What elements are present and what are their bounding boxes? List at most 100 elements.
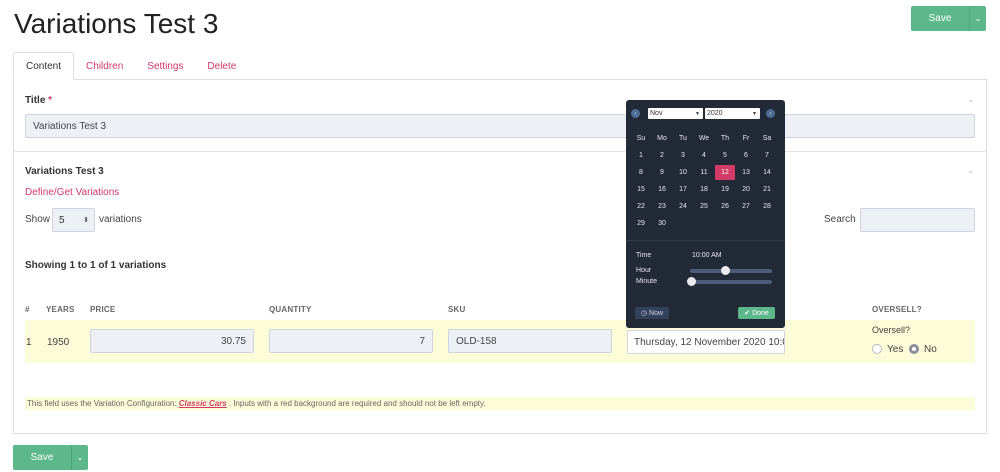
hour-slider-track[interactable] bbox=[690, 269, 772, 273]
clock-icon: ◷ bbox=[640, 310, 648, 317]
showing-info: Showing 1 to 1 of 1 variations bbox=[25, 260, 167, 271]
calendar-day[interactable]: 30 bbox=[652, 216, 672, 231]
col-header-quantity: QUANTITY bbox=[269, 305, 312, 314]
calendar-day[interactable]: 17 bbox=[673, 182, 693, 197]
sku-input[interactable]: OLD-158 bbox=[448, 329, 612, 353]
calendar-day[interactable]: 14 bbox=[757, 165, 777, 180]
show-label: Show bbox=[25, 214, 51, 225]
config-link[interactable]: Classic Cars bbox=[179, 399, 227, 408]
note-prefix: This field uses the Variation Configurat… bbox=[27, 399, 177, 408]
hour-slider-handle[interactable] bbox=[721, 266, 731, 275]
calendar-day[interactable]: 8 bbox=[631, 165, 651, 180]
time-value: 10:00 AM bbox=[692, 252, 722, 259]
calendar-day[interactable]: 1 bbox=[631, 148, 651, 163]
price-input[interactable]: 30.75 bbox=[90, 329, 254, 353]
weekday-header: Tu bbox=[679, 135, 687, 142]
calendar-day[interactable]: 25 bbox=[694, 199, 714, 214]
quantity-input[interactable]: 7 bbox=[269, 329, 433, 353]
calendar-day[interactable]: 28 bbox=[757, 199, 777, 214]
datepicker-popup: ‹ Nov ▼ 2020 ▼ › Su Mo Tu We Th Fr Sa 1 2 3 4 5 6 7 8 9 10… bbox=[626, 100, 785, 328]
collapse-title-icon[interactable]: ⌄ bbox=[967, 94, 975, 105]
title-input[interactable]: Variations Test 3 bbox=[25, 114, 975, 138]
calendar-day[interactable]: 4 bbox=[694, 148, 714, 163]
year-value: 2020 bbox=[707, 110, 723, 117]
weekday-header: We bbox=[698, 135, 710, 142]
tab-children[interactable]: Children bbox=[74, 52, 135, 80]
chevron-down-icon: ⌄ bbox=[76, 453, 84, 462]
row-years: 1950 bbox=[47, 337, 70, 348]
weekday-header: Sa bbox=[762, 135, 772, 142]
save-button-bottom[interactable]: Save bbox=[13, 445, 71, 470]
title-field-label: Title * bbox=[25, 95, 52, 106]
required-mark: * bbox=[48, 95, 53, 106]
year-select[interactable]: 2020 ▼ bbox=[705, 108, 760, 119]
tab-delete[interactable]: Delete bbox=[195, 52, 248, 80]
calendar-day[interactable]: 10 bbox=[673, 165, 693, 180]
calendar-day[interactable]: 26 bbox=[715, 199, 735, 214]
month-select[interactable]: Nov ▼ bbox=[648, 108, 703, 119]
calendar-day[interactable]: 29 bbox=[631, 216, 651, 231]
save-options-button-bottom[interactable]: ⌄ bbox=[71, 445, 88, 470]
caret-down-icon: ▼ bbox=[695, 110, 700, 117]
calendar-day[interactable]: 15 bbox=[631, 182, 651, 197]
calendar-day[interactable]: 7 bbox=[757, 148, 777, 163]
oversell-no-radio[interactable] bbox=[909, 344, 919, 354]
variations-heading: Variations Test 3 bbox=[25, 166, 104, 177]
select-arrows-icon: ⬍ bbox=[83, 217, 89, 224]
calendar-day[interactable]: 5 bbox=[715, 148, 735, 163]
config-note: This field uses the Variation Configurat… bbox=[25, 397, 975, 410]
calendar-day[interactable]: 23 bbox=[652, 199, 672, 214]
prev-month-icon[interactable]: ‹ bbox=[631, 109, 640, 118]
search-input[interactable] bbox=[860, 208, 975, 232]
picker-divider bbox=[626, 240, 785, 241]
tab-bar: Content Children Settings Delete bbox=[13, 52, 248, 80]
chevron-down-icon: ⌄ bbox=[974, 14, 982, 23]
done-label: Done bbox=[752, 309, 769, 317]
done-button[interactable]: ✔ Done bbox=[738, 307, 775, 319]
minute-slider-track[interactable] bbox=[690, 280, 772, 284]
calendar-day[interactable]: 27 bbox=[736, 199, 756, 214]
now-button[interactable]: ◷ Now bbox=[635, 307, 669, 319]
define-variations-link[interactable]: Define/Get Variations bbox=[25, 187, 119, 198]
page-title: Variations Test 3 bbox=[14, 8, 219, 39]
calendar-day[interactable]: 3 bbox=[673, 148, 693, 163]
col-header-num: # bbox=[25, 305, 30, 314]
collapse-variations-icon[interactable]: ⌄ bbox=[967, 165, 975, 176]
save-options-button[interactable]: ⌄ bbox=[969, 6, 986, 31]
bottom-save-group: Save ⌄ bbox=[13, 445, 88, 470]
note-suffix: . Inputs with a red background are requi… bbox=[228, 399, 486, 408]
tab-settings[interactable]: Settings bbox=[135, 52, 195, 80]
calendar-day[interactable]: 11 bbox=[694, 165, 714, 180]
col-header-years: YEARS bbox=[46, 305, 75, 314]
save-button[interactable]: Save bbox=[911, 6, 969, 31]
tab-content[interactable]: Content bbox=[13, 52, 75, 80]
calendar-day[interactable]: 2 bbox=[652, 148, 672, 163]
page-size-select[interactable]: 5 ⬍ bbox=[52, 208, 95, 232]
calendar-day-selected[interactable]: 12 bbox=[715, 165, 735, 180]
minute-slider-handle[interactable] bbox=[687, 277, 696, 286]
page-size-value: 5 bbox=[59, 214, 65, 226]
calendar-day[interactable]: 20 bbox=[736, 182, 756, 197]
check-icon: ✔ bbox=[744, 310, 751, 317]
oversell-label: Oversell? bbox=[872, 325, 911, 335]
weekday-header: Fr bbox=[742, 135, 750, 142]
calendar-day[interactable]: 24 bbox=[673, 199, 693, 214]
calendar-day[interactable]: 16 bbox=[652, 182, 672, 197]
calendar-day[interactable]: 9 bbox=[652, 165, 672, 180]
calendar-day[interactable]: 19 bbox=[715, 182, 735, 197]
calendar-day[interactable]: 6 bbox=[736, 148, 756, 163]
row-number: 1 bbox=[26, 337, 32, 348]
calendar-day[interactable]: 21 bbox=[757, 182, 777, 197]
calendar-day[interactable]: 13 bbox=[736, 165, 756, 180]
oversell-yes-radio[interactable] bbox=[872, 344, 882, 354]
calendar-day[interactable]: 22 bbox=[631, 199, 651, 214]
page-root: Variations Test 3 Save ⌄ Content Childre… bbox=[0, 0, 1000, 472]
time-label: Time bbox=[636, 252, 652, 259]
next-month-icon[interactable]: › bbox=[766, 109, 775, 118]
date-input[interactable]: Thursday, 12 November 2020 10:00 bbox=[627, 330, 785, 354]
weekday-header: Su bbox=[636, 135, 646, 142]
section-divider bbox=[14, 151, 986, 152]
month-value: Nov bbox=[650, 110, 663, 117]
content-panel: Title * ⌄ Variations Test 3 Variations T… bbox=[13, 79, 987, 434]
calendar-day[interactable]: 18 bbox=[694, 182, 714, 197]
